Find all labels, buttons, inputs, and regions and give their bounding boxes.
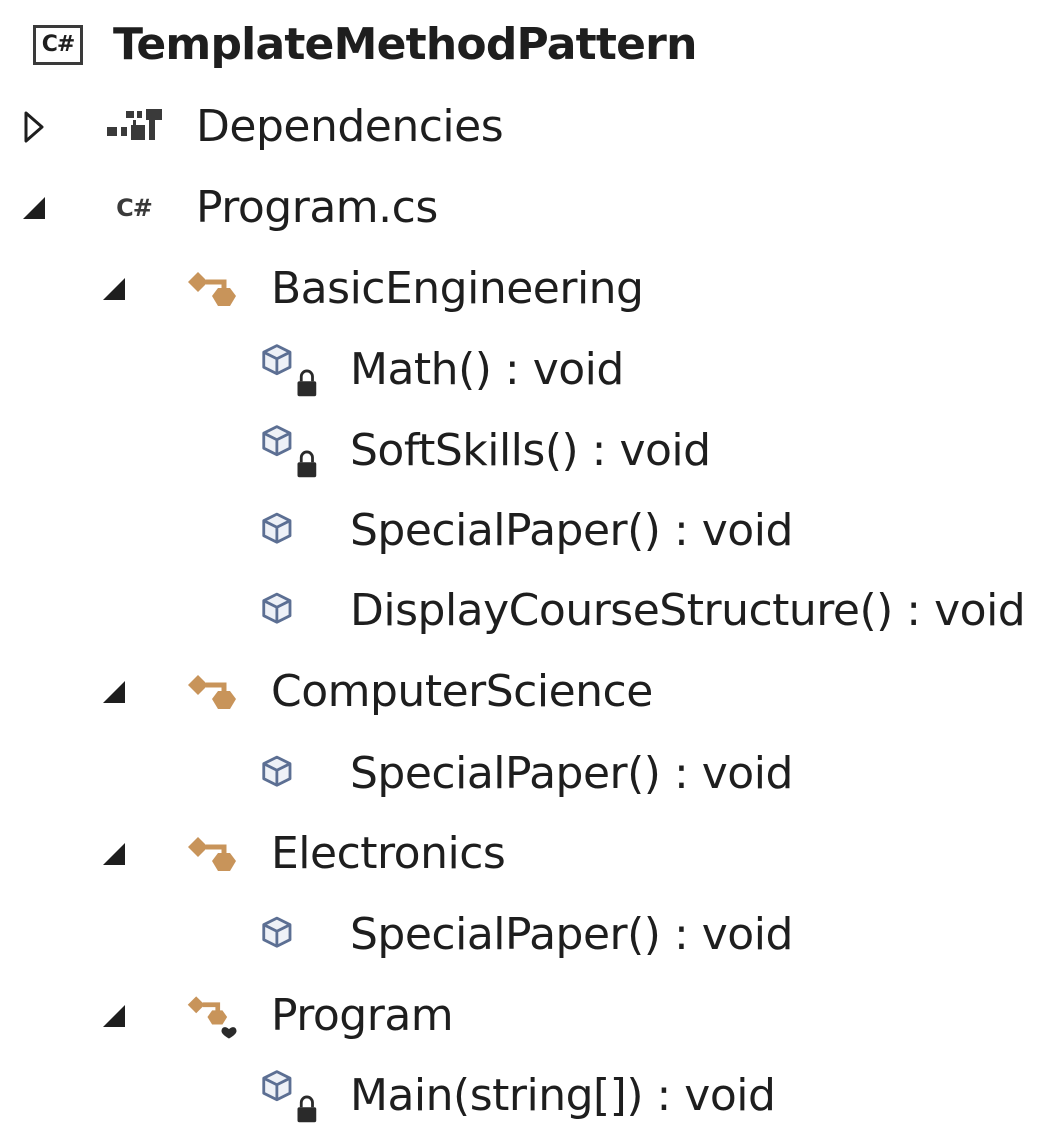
member-node[interactable]: SpecialPaper() : void [0, 733, 1063, 814]
dependencies-icon [104, 86, 164, 167]
class-icon [184, 248, 244, 329]
member-label: SpecialPaper() : void [350, 909, 793, 960]
member-node[interactable]: Main(string[]) : void [0, 1055, 1063, 1136]
method-icon [260, 733, 320, 814]
member-node[interactable]: SoftSkills() : void [0, 410, 1063, 491]
class-label: Program [271, 990, 454, 1041]
member-label: Main(string[]) : void [350, 1070, 776, 1121]
method-icon [260, 894, 320, 975]
class-node-electronics[interactable]: Electronics [0, 813, 1063, 894]
csharp-file-icon: C# [116, 193, 153, 222]
member-node[interactable]: SpecialPaper() : void [0, 490, 1063, 571]
class-label: ComputerScience [271, 666, 653, 717]
member-label: SpecialPaper() : void [350, 748, 793, 799]
class-node-computerscience[interactable]: ComputerScience [0, 651, 1063, 732]
expand-expanded-icon[interactable] [94, 813, 134, 894]
expand-expanded-icon[interactable] [14, 167, 54, 248]
solution-explorer-tree: C# TemplateMethodPattern Dependencies C#… [0, 0, 1063, 1141]
expand-expanded-icon[interactable] [94, 248, 134, 329]
internal-class-icon [184, 975, 244, 1056]
member-node[interactable]: SpecialPaper() : void [0, 894, 1063, 975]
class-node-program[interactable]: Program [0, 975, 1063, 1056]
method-icon [260, 570, 320, 651]
member-node[interactable]: DisplayCourseStructure() : void [0, 570, 1063, 651]
member-node[interactable]: Math() : void [0, 329, 1063, 410]
member-label: SpecialPaper() : void [350, 505, 793, 556]
class-node-basicengineering[interactable]: BasicEngineering [0, 248, 1063, 329]
class-icon [184, 651, 244, 732]
member-label: SoftSkills() : void [350, 425, 711, 476]
expand-collapsed-icon[interactable] [14, 86, 54, 167]
csharp-project-icon: C# [28, 4, 88, 85]
expand-expanded-icon[interactable] [94, 975, 134, 1056]
class-icon [184, 813, 244, 894]
method-icon [260, 410, 320, 491]
file-label: Program.cs [196, 182, 438, 233]
method-icon [260, 329, 320, 410]
project-node[interactable]: C# TemplateMethodPattern [0, 4, 1063, 85]
project-name: TemplateMethodPattern [113, 19, 697, 70]
method-icon [260, 490, 320, 571]
dependencies-label: Dependencies [196, 101, 504, 152]
class-label: Electronics [271, 828, 506, 879]
member-label: DisplayCourseStructure() : void [350, 585, 1026, 636]
class-label: BasicEngineering [271, 263, 644, 314]
file-node-program-cs[interactable]: C# Program.cs [0, 167, 1063, 248]
expand-expanded-icon[interactable] [94, 651, 134, 732]
member-label: Math() : void [350, 344, 624, 395]
method-icon [260, 1055, 320, 1136]
dependencies-node[interactable]: Dependencies [0, 86, 1063, 167]
